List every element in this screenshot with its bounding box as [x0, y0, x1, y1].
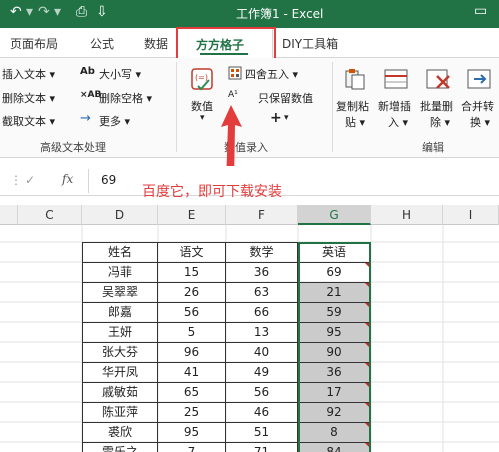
batch-delete-icon: [426, 69, 450, 89]
cell-name[interactable]: 张大芬: [83, 343, 158, 363]
cell-name[interactable]: 吴翠翠: [83, 283, 158, 303]
cell-math[interactable]: 40: [226, 343, 298, 363]
cell-name[interactable]: 郎嘉: [83, 303, 158, 323]
column-header-c[interactable]: C: [18, 205, 82, 225]
window-title: 工作簿1 - Excel: [236, 7, 324, 21]
formula-divider: [88, 169, 89, 193]
column-header-f[interactable]: F: [226, 205, 298, 225]
title-bar: ↶ ▾ ↷ ▾ ⎙ ⇩ 工作簿1 - Excel ▭: [0, 0, 499, 28]
copy-paste-button-line2[interactable]: 贴 ▾: [345, 114, 365, 130]
delete-text-button[interactable]: 删除文本 ▾: [2, 90, 55, 106]
case-icon: Ab: [80, 66, 95, 77]
cell-math[interactable]: 49: [226, 363, 298, 383]
save-icon[interactable]: ⎙: [76, 4, 87, 20]
cell-name[interactable]: 陈亚萍: [83, 403, 158, 423]
svg-text:(=): (=): [195, 73, 208, 82]
cell-math[interactable]: 56: [226, 383, 298, 403]
column-headers: C D E F G H I: [0, 205, 499, 225]
tab-diy-toolbox[interactable]: DIY工具箱: [282, 35, 338, 52]
cell-math[interactable]: 36: [226, 263, 298, 283]
cell-chinese[interactable]: 5: [158, 323, 226, 343]
customize-quick-access-icon[interactable]: ⇩: [96, 4, 108, 20]
case-button[interactable]: 大小写 ▾: [99, 66, 141, 82]
value-icon: (=): [191, 68, 213, 91]
cell-math[interactable]: 51: [226, 423, 298, 443]
plus-button[interactable]: +: [270, 110, 282, 126]
cell-chinese[interactable]: 96: [158, 343, 226, 363]
group-separator: [176, 62, 177, 152]
cell-chinese[interactable]: 65: [158, 383, 226, 403]
restore-icon[interactable]: ▭: [474, 3, 487, 19]
tab-data[interactable]: 数据: [144, 35, 168, 52]
insert-new-button[interactable]: 新增插: [378, 98, 411, 114]
merge-convert-icon: [467, 69, 491, 89]
cell-chinese[interactable]: 25: [158, 403, 226, 423]
fx-icon[interactable]: fx: [62, 172, 73, 186]
cell-chinese[interactable]: 15: [158, 263, 226, 283]
cell-name[interactable]: 冯菲: [83, 263, 158, 283]
column-header-e[interactable]: E: [158, 205, 226, 225]
redo-dropdown-icon[interactable]: ▾: [54, 4, 61, 20]
cell-name[interactable]: 王妍: [83, 323, 158, 343]
round-icon: [228, 66, 242, 80]
select-all-corner[interactable]: [0, 205, 18, 225]
group-separator: [332, 62, 333, 152]
header-name[interactable]: 姓名: [83, 243, 158, 263]
copy-paste-button[interactable]: 复制粘: [336, 98, 369, 114]
cell-name[interactable]: 华开凤: [83, 363, 158, 383]
cell-chinese[interactable]: 26: [158, 283, 226, 303]
copy-paste-icon: [345, 69, 365, 90]
cell-math[interactable]: 71: [226, 443, 298, 452]
keep-value-icon: A¹: [228, 90, 238, 100]
insert-text-button[interactable]: 插入文本 ▾: [2, 66, 55, 82]
cell-name[interactable]: 裘欣: [83, 423, 158, 443]
column-header-d[interactable]: D: [82, 205, 158, 225]
tab-highlight-box: [176, 27, 276, 60]
value-button[interactable]: 数值: [191, 98, 213, 114]
round-button[interactable]: 四舍五入 ▾: [245, 66, 298, 82]
cell-math[interactable]: 66: [226, 303, 298, 323]
text-group-label: 高级文本处理: [40, 141, 106, 154]
more-button[interactable]: 更多 ▾: [99, 113, 130, 129]
cell-math[interactable]: 63: [226, 283, 298, 303]
arrow-right-icon: →: [80, 111, 91, 126]
redo-icon[interactable]: ↷: [38, 4, 50, 20]
column-header-g[interactable]: G: [298, 205, 371, 225]
cell-chinese[interactable]: 7: [158, 443, 226, 452]
column-header-h[interactable]: H: [371, 205, 443, 225]
edit-group-label: 编辑: [422, 141, 444, 154]
insert-new-icon: [384, 69, 408, 89]
header-math[interactable]: 数学: [226, 243, 298, 263]
enter-icon[interactable]: ✓: [25, 173, 35, 187]
undo-dropdown-icon[interactable]: ▾: [26, 4, 33, 20]
formula-input[interactable]: 69: [101, 173, 116, 187]
column-header-i[interactable]: I: [443, 205, 499, 225]
cell-name[interactable]: 雷乐之: [83, 443, 158, 452]
undo-icon[interactable]: ↶: [10, 4, 22, 20]
plus-dropdown-icon[interactable]: ▾: [284, 113, 289, 123]
cell-math[interactable]: 13: [226, 323, 298, 343]
batch-delete-button[interactable]: 批量删: [420, 98, 453, 114]
cell-math[interactable]: 46: [226, 403, 298, 423]
header-chinese[interactable]: 语文: [158, 243, 226, 263]
extract-text-button[interactable]: 截取文本 ▾: [2, 113, 55, 129]
delete-space-button[interactable]: 删除空格 ▾: [99, 90, 152, 106]
insert-new-button-line2[interactable]: 入 ▾: [388, 114, 408, 130]
merge-convert-button[interactable]: 合并转: [461, 98, 494, 114]
cell-name[interactable]: 戚敏茹: [83, 383, 158, 403]
cell-chinese[interactable]: 41: [158, 363, 226, 383]
ribbon-panel: 插入文本 ▾ 删除文本 ▾ 截取文本 ▾ Ab 大小写 ▾ ×AB 删除空格 ▾…: [0, 58, 499, 158]
value-dropdown-icon[interactable]: ▾: [200, 113, 205, 123]
cell-chinese[interactable]: 56: [158, 303, 226, 323]
selection-outline: [298, 242, 371, 452]
tab-page-layout[interactable]: 页面布局: [10, 35, 58, 52]
merge-convert-button-line2[interactable]: 换 ▾: [470, 114, 490, 130]
annotation-text: 百度它，即可下载安装: [142, 184, 282, 200]
tab-formulas[interactable]: 公式: [90, 35, 114, 52]
cell-chinese[interactable]: 95: [158, 423, 226, 443]
batch-delete-button-line2[interactable]: 除 ▾: [430, 114, 450, 130]
keep-value-button[interactable]: 只保留数值: [258, 90, 313, 106]
formula-dropdown-icon[interactable]: ⋮: [10, 173, 22, 187]
